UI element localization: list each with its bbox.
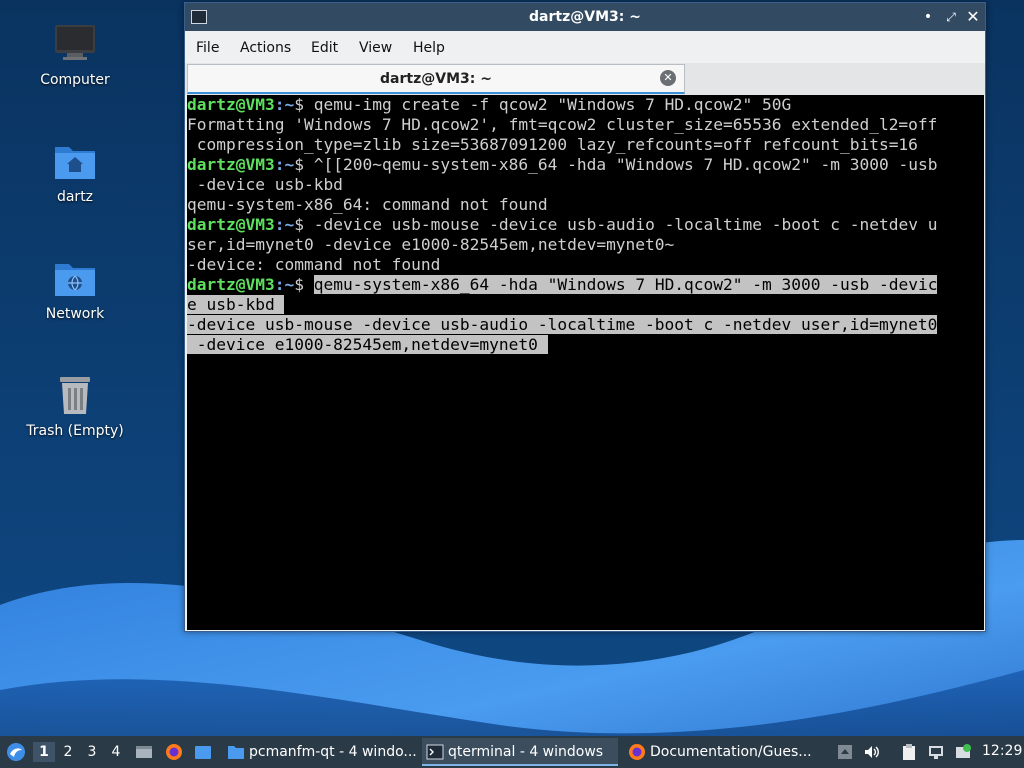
minimize-icon[interactable]: •: [918, 7, 938, 27]
terminal-line: -device e1000-82545em,netdev=mynet0: [187, 335, 984, 355]
task-label: qterminal - 4 windows: [448, 744, 604, 760]
terminal-line: dartz@VM3:~$ qemu-img create -f qcow2 "W…: [187, 95, 984, 115]
desktop-icon-trash[interactable]: Trash (Empty): [15, 373, 135, 439]
workspace-1[interactable]: 1: [33, 742, 55, 762]
terminal-line: -device: command not found: [187, 255, 984, 275]
tray-arrow-icon[interactable]: [836, 743, 854, 761]
command-text: ^[[200~qemu-system-x86_64 -hda "Windows …: [313, 155, 938, 174]
firefox-icon: [629, 744, 645, 760]
file-manager-launcher-icon[interactable]: [194, 743, 212, 761]
output-text: qemu-system-x86_64: command not found: [187, 195, 548, 214]
terminal-line: ser,id=mynet0 -device e1000-82545em,netd…: [187, 235, 984, 255]
desktop-icon-label: dartz: [56, 189, 94, 205]
terminal-line: qemu-system-x86_64: command not found: [187, 195, 984, 215]
terminal-tab[interactable]: dartz@VM3: ~ ✕: [187, 64, 685, 94]
computer-icon: [55, 25, 95, 60]
terminal-output[interactable]: dartz@VM3:~$ qemu-img create -f qcow2 "W…: [187, 95, 984, 630]
tab-close-icon[interactable]: ✕: [660, 70, 676, 86]
firefox-launcher-icon[interactable]: [165, 743, 183, 761]
tab-label: dartz@VM3: ~: [380, 71, 492, 87]
network-folder-icon: [55, 264, 95, 296]
desktop-icon-label: Trash (Empty): [26, 423, 124, 439]
prompt-path: :~: [274, 155, 295, 174]
menu-edit[interactable]: Edit: [311, 40, 338, 56]
terminal-icon: [426, 744, 444, 760]
prompt-user: dartz@VM3: [187, 275, 275, 294]
maximize-icon[interactable]: ⤢: [941, 7, 961, 27]
task-label: Documentation/Gues...: [650, 744, 812, 760]
terminal-line: -device usb-mouse -device usb-audio -loc…: [187, 315, 984, 335]
prompt-symbol: $: [294, 215, 314, 234]
volume-icon[interactable]: [863, 743, 881, 761]
window-title: dartz@VM3: ~: [529, 9, 641, 25]
network-icon[interactable]: [927, 743, 945, 761]
command-text: qemu-img create -f qcow2 "Windows 7 HD.q…: [313, 95, 792, 114]
output-text: Formatting 'Windows 7 HD.qcow2', fmt=qco…: [187, 115, 938, 134]
clock[interactable]: 12:29: [982, 743, 1022, 759]
prompt-symbol: $: [294, 95, 314, 114]
terminal-line: dartz@VM3:~$ ^[[200~qemu-system-x86_64 -…: [187, 155, 984, 175]
menu-view[interactable]: View: [359, 40, 392, 56]
output-text: ser,id=mynet0 -device e1000-82545em,netd…: [187, 235, 675, 254]
task-label: pcmanfm-qt - 4 windo...: [249, 744, 417, 760]
folder-icon: [228, 746, 244, 759]
clipboard-icon[interactable]: [900, 743, 918, 761]
prompt-symbol: $: [294, 275, 314, 294]
desktop-icon-label: Computer: [40, 72, 110, 88]
terminal-line: dartz@VM3:~$ -device usb-mouse -device u…: [187, 215, 984, 235]
workspace-4[interactable]: 4: [105, 742, 127, 762]
terminal-line: -device usb-kbd: [187, 175, 984, 195]
output-text: e usb-kbd: [187, 295, 285, 314]
prompt-user: dartz@VM3: [187, 215, 275, 234]
workspace-2[interactable]: 2: [57, 742, 79, 762]
output-text: -device: command not found: [187, 255, 441, 274]
desktop-icon-home[interactable]: dartz: [15, 139, 135, 205]
prompt-path: :~: [274, 95, 295, 114]
prompt-symbol: $: [294, 155, 314, 174]
command-text: qemu-system-x86_64 -hda "Windows 7 HD.qc…: [313, 275, 938, 294]
task-qterminal[interactable]: qterminal - 4 windows: [422, 738, 618, 766]
taskbar: 1 2 3 4 pcmanfm-qt - 4 windo... qtermina…: [0, 736, 1024, 768]
home-folder-icon: [55, 147, 95, 179]
terminal-line: dartz@VM3:~$ qemu-system-x86_64 -hda "Wi…: [187, 275, 984, 295]
menu-file[interactable]: File: [196, 40, 219, 56]
output-text: compression_type=zlib size=53687091200 l…: [187, 135, 918, 154]
output-text: -device usb-mouse -device usb-audio -loc…: [187, 315, 938, 334]
desktop-icon-label: Network: [45, 306, 105, 322]
trash-icon: [60, 377, 90, 414]
workspace-3[interactable]: 3: [81, 742, 103, 762]
menu-help[interactable]: Help: [413, 40, 445, 56]
close-icon[interactable]: ✕: [963, 7, 983, 27]
window-titlebar[interactable]: dartz@VM3: ~ • ⤢ ✕: [185, 3, 985, 31]
task-firefox[interactable]: Documentation/Gues...: [624, 738, 818, 766]
output-text: -device e1000-82545em,netdev=mynet0: [187, 335, 548, 354]
task-pcmanfm[interactable]: pcmanfm-qt - 4 windo...: [223, 738, 417, 766]
tab-bar: dartz@VM3: ~ ✕: [185, 63, 985, 95]
prompt-path: :~: [274, 275, 295, 294]
desktop-icon-network[interactable]: Network: [15, 256, 135, 322]
prompt-user: dartz@VM3: [187, 155, 275, 174]
update-notifier-icon[interactable]: [954, 743, 972, 761]
output-text: -device usb-kbd: [187, 175, 343, 194]
show-desktop-icon[interactable]: [135, 743, 153, 761]
terminal-line: Formatting 'Windows 7 HD.qcow2', fmt=qco…: [187, 115, 984, 135]
desktop-icon-computer[interactable]: Computer: [15, 22, 135, 88]
start-menu-icon[interactable]: [6, 742, 26, 762]
command-text: -device usb-mouse -device usb-audio -loc…: [313, 215, 938, 234]
terminal-line: e usb-kbd: [187, 295, 984, 315]
prompt-path: :~: [274, 215, 295, 234]
menu-actions[interactable]: Actions: [240, 40, 291, 56]
prompt-user: dartz@VM3: [187, 95, 275, 114]
terminal-window: dartz@VM3: ~ • ⤢ ✕ File Actions Edit Vie…: [184, 2, 986, 632]
menu-bar: File Actions Edit View Help: [185, 31, 985, 63]
terminal-line: compression_type=zlib size=53687091200 l…: [187, 135, 984, 155]
